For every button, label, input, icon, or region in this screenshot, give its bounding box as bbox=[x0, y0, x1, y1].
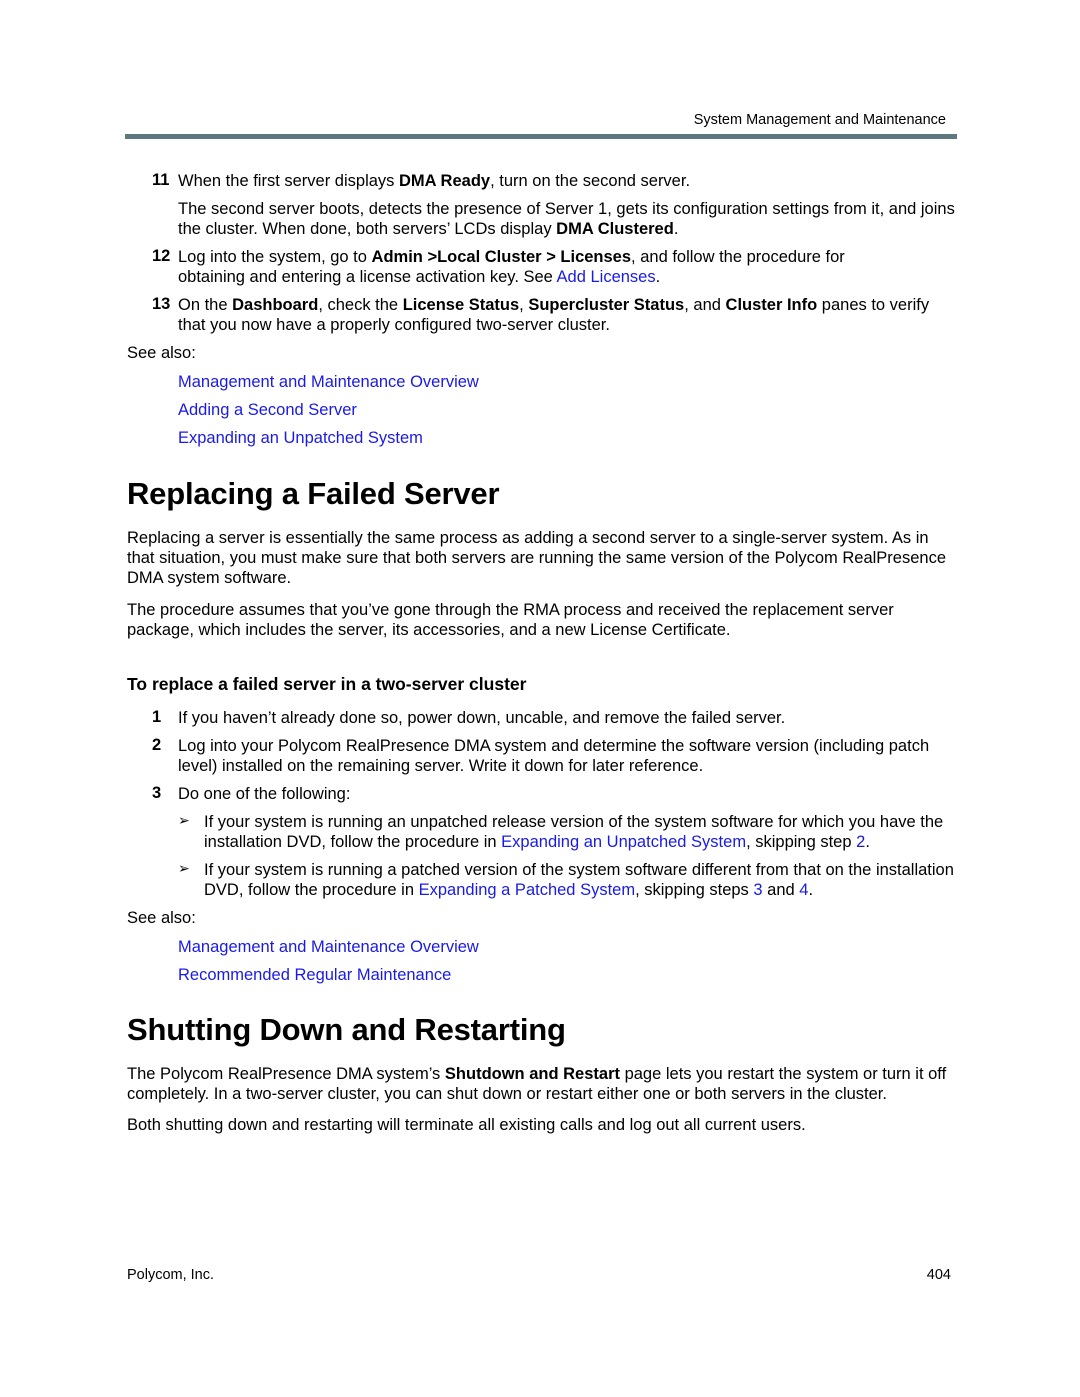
step-text: Do one of the following: bbox=[178, 785, 351, 803]
ui-term: Cluster Info bbox=[725, 296, 818, 314]
ui-path: Admin >Local Cluster > Licenses bbox=[371, 248, 632, 266]
text: , turn on the second server. bbox=[490, 172, 691, 190]
ui-term: Dashboard bbox=[232, 296, 319, 314]
text: Log into the system, go to bbox=[178, 248, 372, 266]
text: , skipping steps bbox=[635, 881, 754, 899]
step-text: If you haven’t already done so, power do… bbox=[178, 709, 786, 727]
text: and bbox=[762, 881, 800, 899]
text: , and bbox=[684, 296, 726, 314]
text: , skipping step bbox=[746, 833, 857, 851]
footer-company: Polycom, Inc. bbox=[127, 1267, 215, 1283]
step-detail: The second server boots, detects the pre… bbox=[178, 199, 958, 239]
link-step-2[interactable]: 2 bbox=[856, 833, 865, 851]
section-heading: Replacing a Failed Server bbox=[127, 476, 500, 511]
link-recommended-maintenance[interactable]: Recommended Regular Maintenance bbox=[178, 965, 451, 985]
step-text: Log into the system, go to Admin >Local … bbox=[178, 247, 908, 287]
ui-term: Shutdown and Restart bbox=[444, 1065, 620, 1083]
link-expanding-patched-system[interactable]: Expanding a Patched System bbox=[419, 881, 635, 899]
ui-term: DMA Ready bbox=[399, 172, 491, 190]
header-rule bbox=[125, 134, 957, 139]
paragraph: The Polycom RealPresence DMA system’s Sh… bbox=[127, 1064, 957, 1104]
link-step-3[interactable]: 3 bbox=[753, 881, 762, 899]
text: The Polycom RealPresence DMA system’s bbox=[127, 1065, 445, 1083]
step-number: 1 bbox=[152, 708, 162, 726]
procedure-heading: To replace a failed server in a two-serv… bbox=[127, 674, 527, 694]
step-number: 2 bbox=[152, 736, 162, 754]
text: . bbox=[865, 833, 870, 851]
ui-term: DMA Clustered bbox=[556, 220, 674, 238]
see-also-label: See also: bbox=[127, 344, 196, 362]
step-number: 11 bbox=[152, 171, 170, 189]
step-text: When the first server displays DMA Ready… bbox=[178, 171, 958, 191]
step-text: Log into your Polycom RealPresence DMA s… bbox=[178, 737, 930, 775]
step-number: 12 bbox=[152, 247, 171, 265]
section-heading: Shutting Down and Restarting bbox=[127, 1012, 566, 1047]
text: , check the bbox=[318, 296, 403, 314]
step-text: On the Dashboard, check the License Stat… bbox=[178, 295, 958, 335]
text: When the first server displays bbox=[178, 172, 399, 190]
page-number: 404 bbox=[926, 1267, 951, 1283]
running-header: System Management and Maintenance bbox=[693, 112, 946, 128]
paragraph: Replacing a server is essentially the sa… bbox=[127, 529, 946, 587]
bullet-text: If your system is running an unpatched r… bbox=[204, 812, 958, 852]
step-number: 13 bbox=[152, 295, 171, 313]
ui-term: Supercluster Status bbox=[528, 296, 685, 314]
link-expanding-unpatched-system[interactable]: Expanding an Unpatched System bbox=[501, 833, 746, 851]
text: On the bbox=[178, 296, 233, 314]
text: . bbox=[655, 268, 661, 286]
bullet-text: If your system is running a patched vers… bbox=[204, 860, 958, 900]
link-add-licenses[interactable]: Add Licenses bbox=[557, 268, 656, 286]
paragraph: The procedure assumes that you’ve gone t… bbox=[127, 601, 894, 639]
arrow-bullet-icon: ➢ bbox=[178, 812, 190, 828]
link-expanding-unpatched-system[interactable]: Expanding an Unpatched System bbox=[178, 428, 423, 448]
arrow-bullet-icon: ➢ bbox=[178, 860, 190, 876]
ui-term: License Status bbox=[402, 296, 520, 314]
paragraph: Both shutting down and restarting will t… bbox=[127, 1116, 806, 1134]
link-adding-second-server[interactable]: Adding a Second Server bbox=[178, 400, 357, 420]
text: . bbox=[673, 220, 679, 238]
see-also-label: See also: bbox=[127, 909, 196, 927]
link-management-overview[interactable]: Management and Maintenance Overview bbox=[178, 372, 479, 392]
text: . bbox=[808, 881, 814, 899]
step-number: 3 bbox=[152, 784, 162, 802]
text: , bbox=[519, 296, 529, 314]
link-management-overview[interactable]: Management and Maintenance Overview bbox=[178, 937, 479, 957]
